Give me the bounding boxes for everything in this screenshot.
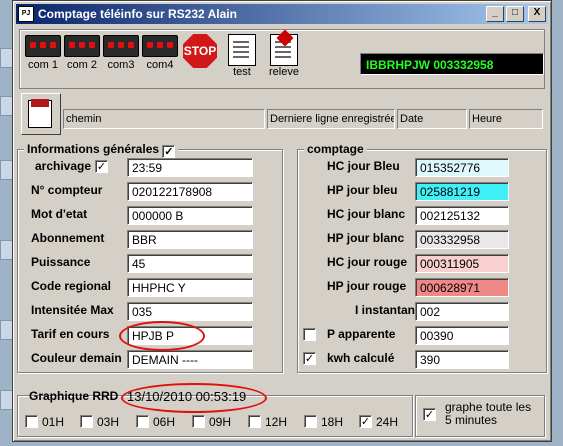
interval-label: 18H: [321, 415, 344, 429]
interval-label: 01H: [42, 415, 65, 429]
maximize-button[interactable]: □: [506, 6, 524, 22]
counter-value: 002: [415, 302, 509, 321]
interval-label: 09H: [209, 415, 232, 429]
stop-icon: STOP: [183, 34, 217, 68]
counter-value: 003332958: [415, 230, 509, 249]
com2-button[interactable]: com 2: [64, 31, 100, 86]
chemin-field: chemin: [63, 109, 265, 129]
counter-value: 00390: [415, 326, 509, 345]
general-title: Informations générales ✓: [24, 142, 179, 158]
general-checkbox[interactable]: ✓: [162, 145, 176, 158]
counter-label: HC jour blanc: [327, 207, 406, 221]
test-icon: [228, 34, 256, 66]
counter-value: 015352776: [415, 158, 509, 177]
counter-label: kwh calculé: [327, 351, 395, 365]
comptage-title: comptage: [304, 142, 367, 156]
counter-label: HP jour rouge: [327, 279, 407, 293]
date-field: Date: [397, 109, 467, 129]
info-label: Intensitée Max: [31, 303, 114, 317]
stop-button[interactable]: STOP: [181, 31, 219, 86]
com1-button[interactable]: com 1: [25, 31, 61, 86]
counter-label: P apparente: [327, 327, 396, 341]
releve-button[interactable]: releve: [265, 31, 303, 86]
graph-toute-checkbox[interactable]: ✓: [423, 408, 436, 421]
info-value: 020122178908: [127, 182, 253, 201]
interval-checkbox[interactable]: [248, 415, 261, 428]
counter-label: HP jour bleu: [327, 183, 398, 197]
archivage-checkbox[interactable]: ✓: [95, 160, 108, 173]
info-value: 035: [127, 302, 253, 321]
info-label: Tarif en cours: [31, 327, 110, 341]
graph-title: Graphique RRD: [29, 389, 119, 403]
test-label: test: [233, 66, 251, 78]
counter-value: 025881219: [415, 182, 509, 201]
counter-value: 002125132: [415, 206, 509, 225]
interval-checkbox[interactable]: [304, 415, 317, 428]
counter-label: HC jour Bleu: [327, 159, 400, 173]
counter-label: HC jour rouge: [327, 255, 407, 269]
serial-port-icon: [25, 35, 61, 57]
com2-label: com 2: [67, 59, 97, 71]
test-button[interactable]: test: [223, 31, 261, 86]
serial-port-icon: [103, 35, 139, 57]
graph-toute-label: graphe toute les 5 minutes: [445, 400, 532, 427]
info-label: N° compteur: [31, 183, 103, 197]
book-icon[interactable]: [21, 93, 61, 135]
com1-label: com 1: [28, 59, 58, 71]
releve-label: releve: [269, 66, 299, 78]
status-display: IBBRHPJW 003332958: [360, 53, 544, 75]
com4-button[interactable]: com4: [142, 31, 178, 86]
info-value: 45: [127, 254, 253, 273]
counter-label: HP jour blanc: [327, 231, 405, 245]
interval-label: 24H: [376, 415, 399, 429]
com3-button[interactable]: com3: [103, 31, 139, 86]
info-value: BBR: [127, 230, 253, 249]
com4-label: com4: [146, 59, 174, 71]
interval-checkbox[interactable]: [136, 415, 149, 428]
info-value: DEMAIN ----: [127, 350, 253, 369]
counter-value: 000628971: [415, 278, 509, 297]
path-bar: chemin Derniere ligne enregistrée a: Dat…: [21, 93, 545, 135]
interval-label: 12H: [265, 415, 288, 429]
releve-icon: [270, 34, 298, 66]
info-label: Puissance: [31, 255, 91, 269]
interval-checkbox[interactable]: [192, 415, 205, 428]
info-label: Abonnement: [31, 231, 105, 245]
counter-value: 000311905: [415, 254, 509, 273]
interval-checkbox[interactable]: ✓: [359, 415, 372, 428]
archivage-label: archivage: [35, 159, 92, 173]
close-button[interactable]: X: [528, 6, 546, 22]
p-apparente-checkbox[interactable]: [303, 328, 316, 341]
serial-port-icon: [64, 35, 100, 57]
info-value: 000000 B: [127, 206, 253, 225]
minimize-button[interactable]: _: [486, 6, 504, 22]
title-bar[interactable]: PJ Comptage téléinfo sur RS232 Alain _ □…: [16, 4, 548, 24]
app-icon[interactable]: PJ: [18, 6, 34, 22]
info-label: Code regional: [31, 279, 112, 293]
interval-checkbox[interactable]: [80, 415, 93, 428]
info-label: Couleur demain: [31, 351, 122, 365]
window-title: Comptage téléinfo sur RS232 Alain: [38, 7, 237, 21]
counter-value: 390: [415, 350, 509, 369]
interval-checkbox[interactable]: [25, 415, 38, 428]
derniere-label: Derniere ligne enregistrée a:: [267, 109, 395, 129]
interval-label: 03H: [97, 415, 120, 429]
kwh-checkbox[interactable]: ✓: [303, 352, 316, 365]
heure-field: Heure: [469, 109, 543, 129]
info-value: HHPHC Y: [127, 278, 253, 297]
info-label: Mot d'etat: [31, 207, 88, 221]
graph-timestamp: 13/10/2010 00:53:19: [127, 389, 247, 404]
tarif-value: HPJB P: [127, 326, 253, 345]
interval-label: 06H: [153, 415, 176, 429]
main-window: PJ Comptage téléinfo sur RS232 Alain _ □…: [12, 0, 552, 442]
com3-label: com3: [107, 59, 135, 71]
serial-port-icon: [142, 35, 178, 57]
archivage-time-field[interactable]: 23:59: [127, 158, 253, 177]
